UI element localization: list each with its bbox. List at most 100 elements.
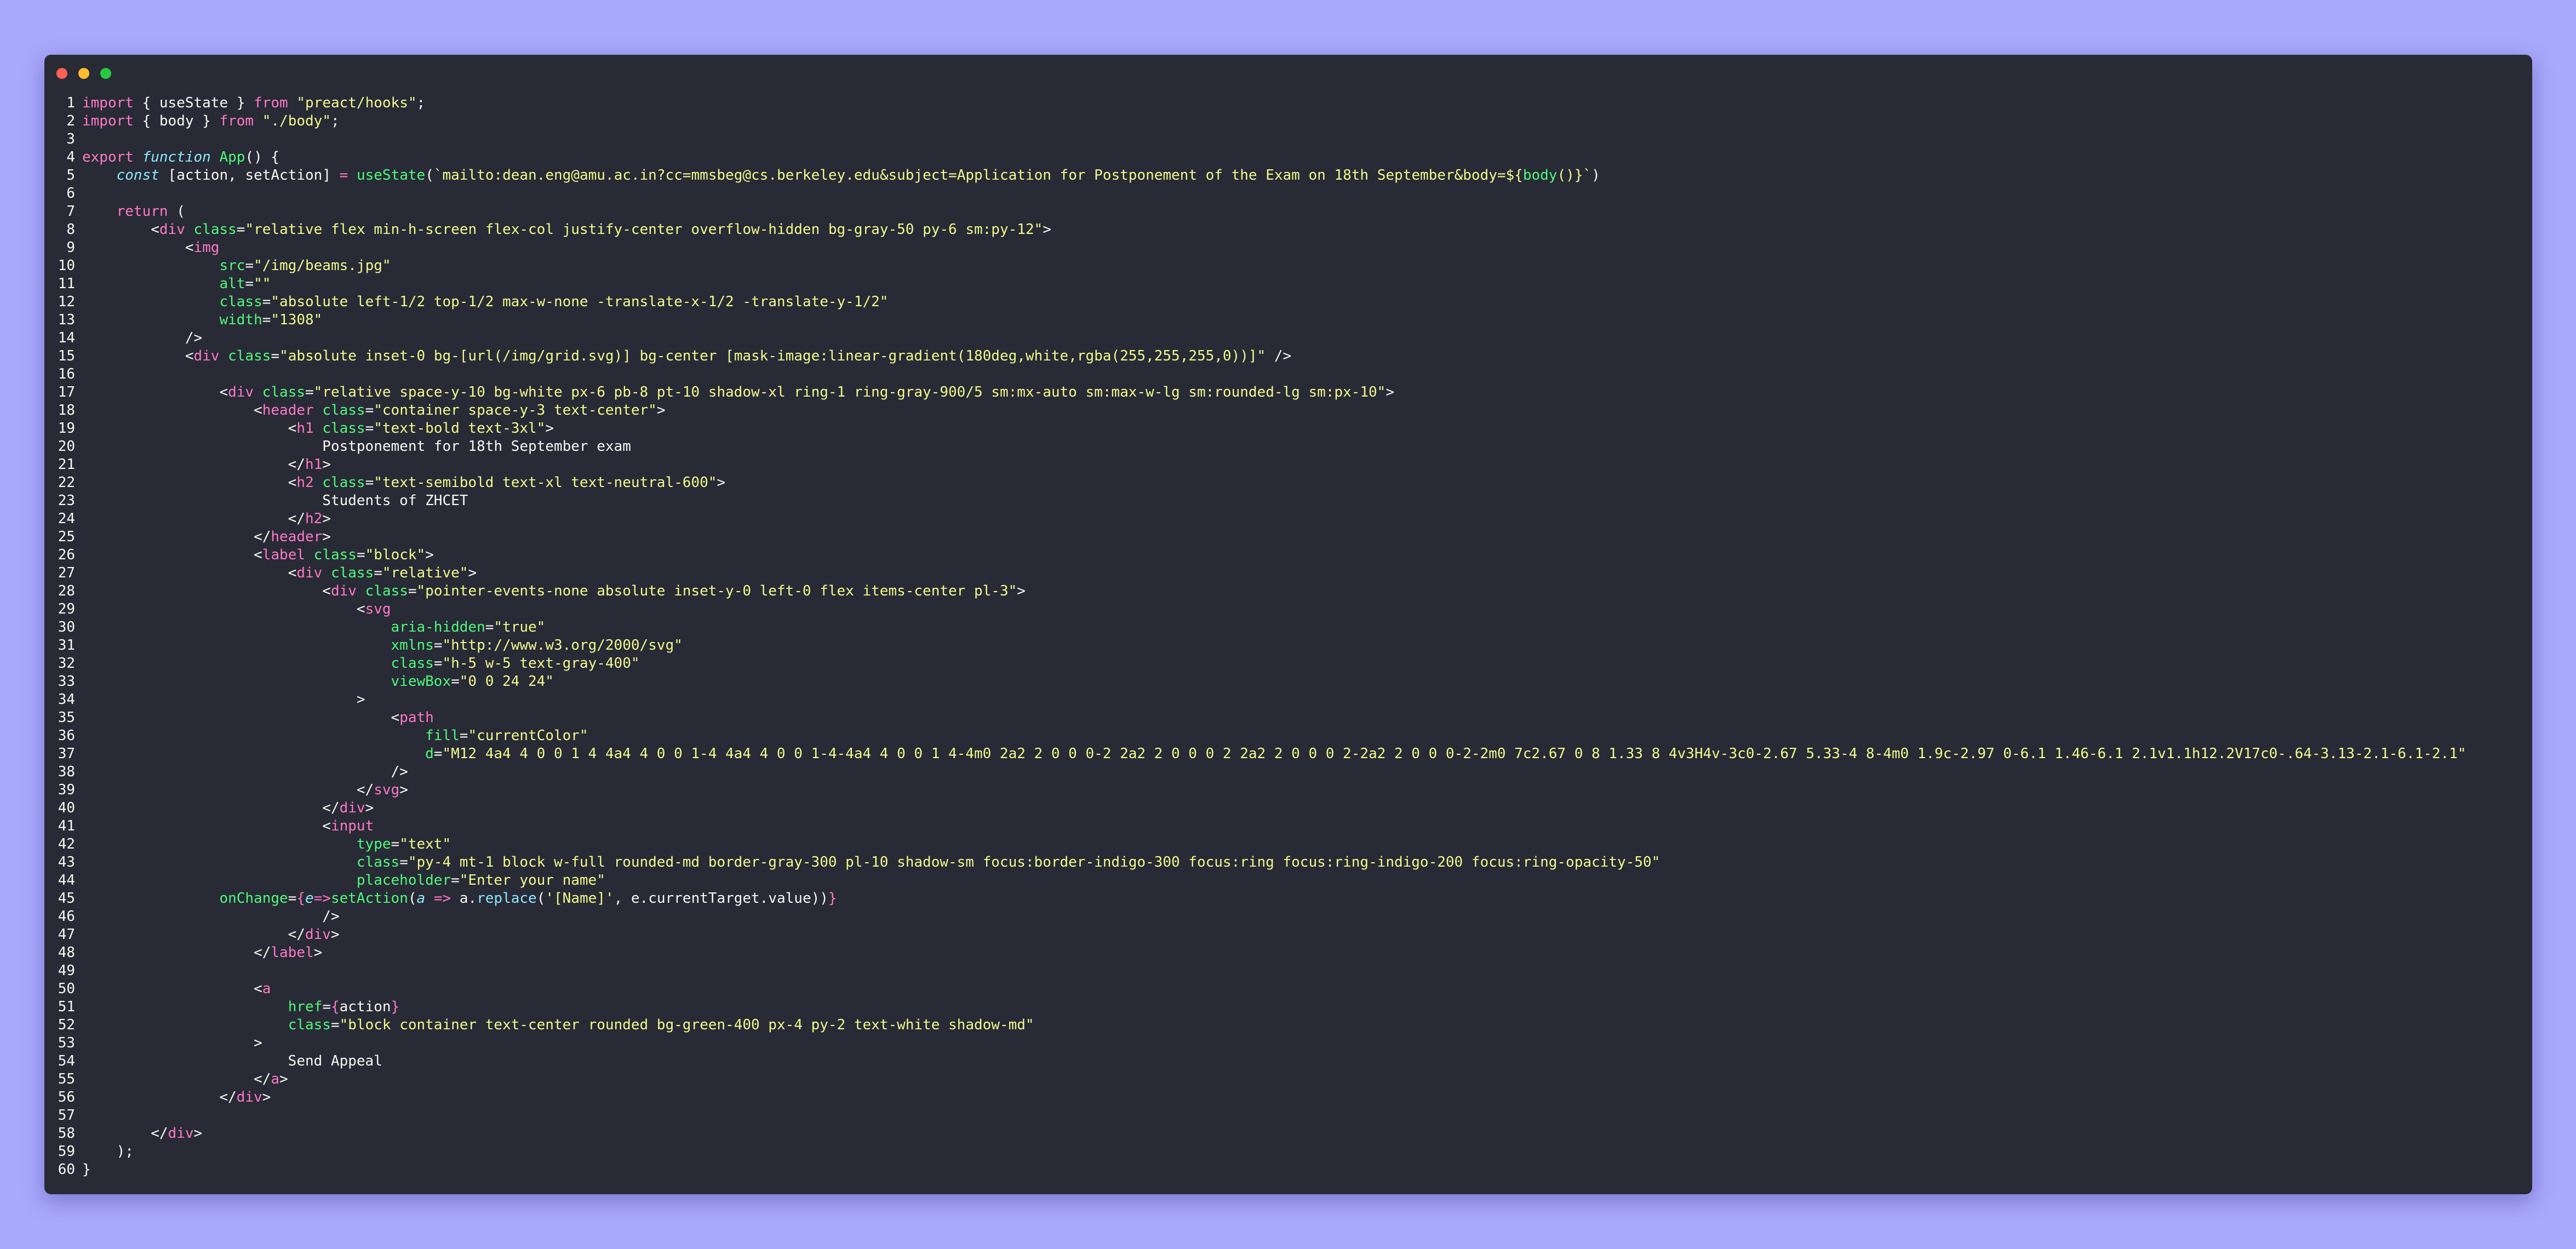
code-line: 18 <header class="container space-y-3 te…: [44, 402, 2532, 420]
code-line: 34 >: [44, 691, 2532, 709]
line-source: </div>: [82, 799, 374, 817]
maximize-dot-icon[interactable]: [100, 68, 111, 79]
code-token: "./body": [254, 113, 331, 129]
line-source: >: [82, 1034, 262, 1052]
code-token: </: [82, 456, 305, 473]
line-number: 1: [66, 95, 75, 111]
code-token: =: [408, 583, 417, 599]
code-line: 23 Students of ZHCET: [44, 492, 2532, 510]
code-token: <: [82, 221, 159, 238]
line-source: />: [82, 329, 202, 347]
code-token: <: [82, 474, 297, 491]
code-token: input: [330, 818, 374, 834]
code-line: 40 </div>: [44, 799, 2532, 817]
code-token: =: [322, 999, 331, 1015]
code-token: <: [82, 818, 331, 834]
line-number: 22: [58, 474, 75, 491]
line-number: 48: [58, 944, 75, 961]
line-number: 3: [66, 131, 75, 147]
code-token: "relative": [382, 565, 468, 581]
code-token: =: [459, 727, 468, 744]
code-token: >: [279, 1071, 288, 1087]
code-token: =: [451, 872, 460, 889]
close-dot-icon[interactable]: [56, 68, 67, 79]
code-token: a: [271, 1071, 280, 1087]
code-token: =: [330, 1017, 340, 1033]
line-source: return (: [82, 203, 185, 221]
line-source: </h2>: [82, 510, 331, 528]
line-number: 10: [58, 257, 75, 274]
code-token: >: [262, 1089, 271, 1105]
line-number: 11: [58, 276, 75, 292]
code-token: =>: [433, 890, 451, 907]
code-token: ): [1592, 167, 1600, 184]
code-token: div: [339, 800, 365, 816]
code-token: >: [365, 800, 374, 816]
line-number: 58: [58, 1125, 75, 1142]
code-line: 32 class="h-5 w-5 text-gray-400": [44, 655, 2532, 673]
code-token: {: [296, 890, 305, 907]
code-token: />: [82, 764, 408, 780]
line-source: <header class="container space-y-3 text-…: [82, 402, 665, 420]
code-token: "text-bold text-3xl": [374, 420, 546, 437]
code-token: <: [82, 402, 262, 419]
code-token: { body }: [133, 113, 220, 129]
code-token: =: [356, 547, 365, 563]
code-token: import: [82, 95, 134, 111]
line-number: 29: [58, 601, 75, 617]
code-line: 41 <input: [44, 817, 2532, 835]
code-line: 12 class="absolute left-1/2 top-1/2 max-…: [44, 293, 2532, 311]
code-line: 22 <h2 class="text-semibold text-xl text…: [44, 474, 2532, 492]
code-line: 57: [44, 1107, 2532, 1125]
code-token: from: [219, 113, 254, 129]
line-source: export function App() {: [82, 148, 279, 167]
code-line: 1 import { useState } from "preact/hooks"…: [44, 94, 2532, 112]
code-token: body: [1522, 167, 1558, 184]
line-source: </svg>: [82, 781, 408, 799]
code-token: e: [305, 890, 314, 907]
code-token: class: [313, 547, 357, 563]
code-line: 17 <div class="relative space-y-10 bg-wh…: [44, 383, 2532, 402]
line-number: 25: [58, 529, 75, 545]
minimize-dot-icon[interactable]: [78, 68, 89, 79]
line-source: <input: [82, 817, 374, 835]
code-token: {: [330, 999, 340, 1015]
line-number: 14: [58, 330, 75, 346]
line-number: 5: [66, 167, 75, 184]
code-token: div: [193, 348, 220, 364]
line-source: type="text": [82, 835, 451, 853]
code-line: 7 return (: [44, 203, 2532, 221]
line-source: }: [82, 1161, 91, 1179]
line-source: <div class="relative space-y-10 bg-white…: [82, 383, 1394, 402]
code-token: svg: [374, 782, 400, 798]
line-source: <path: [82, 709, 434, 727]
line-source: </div>: [82, 926, 340, 944]
code-token: header: [262, 402, 314, 419]
code-token: import: [82, 113, 134, 129]
code-token: =: [339, 167, 348, 184]
code-token: div: [305, 926, 331, 943]
code-token: <: [82, 601, 365, 617]
code-token: "true": [494, 619, 546, 635]
code-token: =: [399, 854, 408, 870]
code-token: path: [399, 709, 434, 726]
code-token: =: [433, 655, 443, 672]
code-token: ()}`: [1557, 167, 1592, 184]
code-token: "M12 4a4 4 0 0 1 4 4a4 4 0 0 1-4 4a4 4 0…: [442, 746, 2466, 762]
code-token: >: [656, 402, 666, 419]
line-number: 20: [58, 438, 75, 455]
line-number: 28: [58, 583, 75, 599]
code-line: 24 </h2>: [44, 510, 2532, 528]
code-token: useState: [356, 167, 426, 184]
code-token: }: [391, 999, 400, 1015]
code-token: class: [322, 420, 365, 437]
code-token: h1: [305, 456, 323, 473]
code-token: }: [82, 1161, 91, 1178]
code-token: "preact/hooks": [288, 95, 417, 111]
code-token: function: [142, 149, 211, 165]
